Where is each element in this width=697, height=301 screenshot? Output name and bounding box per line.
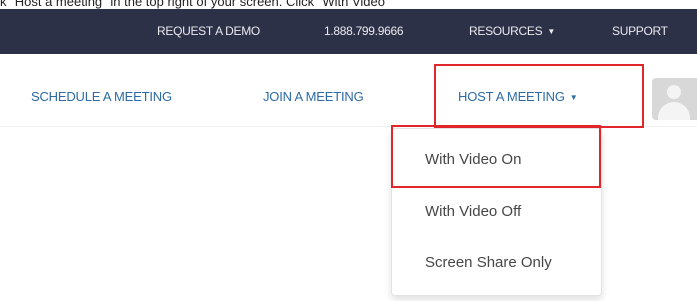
resources-label: RESOURCES [469,24,543,38]
avatar-head [667,85,681,99]
menu-item-video-off[interactable]: With Video Off [425,202,521,222]
join-meeting-link[interactable]: JOIN A MEETING [263,88,364,106]
avatar-shoulders [658,102,690,120]
menu-item-screen-share-only[interactable]: Screen Share Only [425,253,552,273]
request-demo-link[interactable]: REQUEST A DEMO [157,9,260,54]
chevron-down-icon: ▼ [547,27,555,36]
top-bar: REQUEST A DEMO 1.888.799.9666 RESOURCES ▼… [0,9,697,54]
resources-menu[interactable]: RESOURCES ▼ [469,9,555,54]
video-on-highlight [391,125,601,188]
instruction-caption: k "Host a meeting" in the top right of y… [0,0,697,9]
schedule-meeting-link[interactable]: SCHEDULE A MEETING [31,88,172,106]
support-link[interactable]: SUPPORT [612,9,668,54]
host-meeting-highlight [434,64,644,128]
user-avatar-icon[interactable] [652,78,697,120]
phone-number-link[interactable]: 1.888.799.9666 [324,9,404,54]
